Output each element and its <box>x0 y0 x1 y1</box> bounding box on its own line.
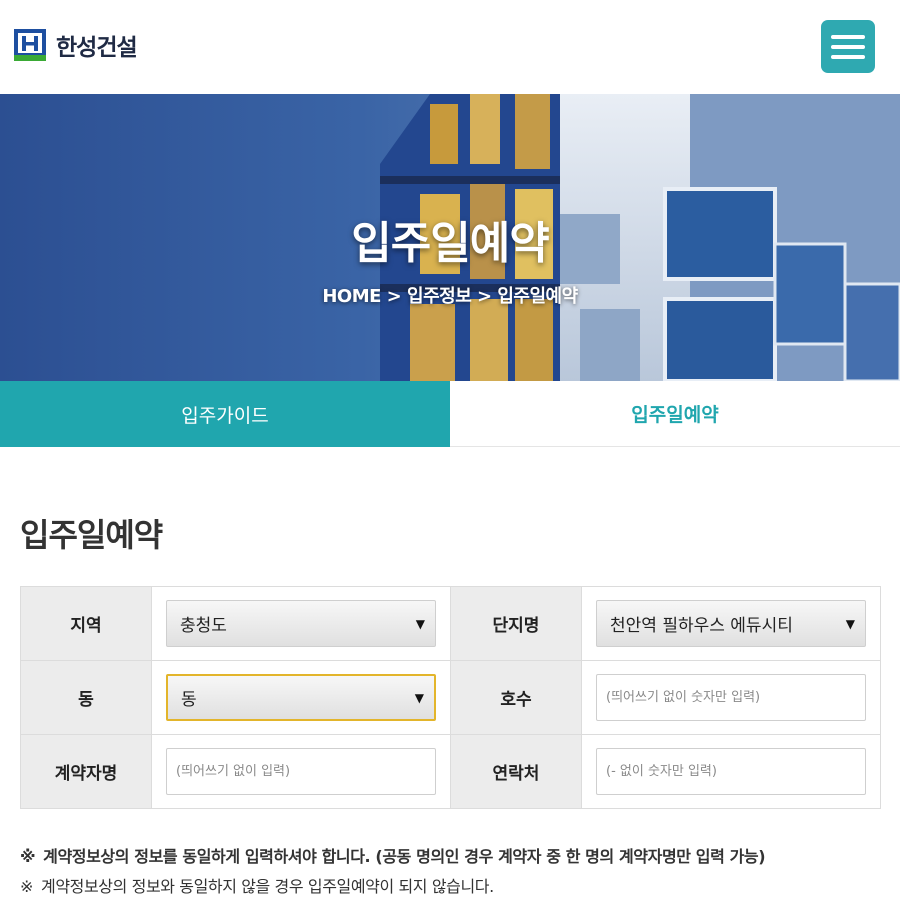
unit-number-input[interactable] <box>596 674 866 721</box>
building-cell: 동 ▼ <box>151 660 451 735</box>
reference-mark-icon: ※ <box>20 847 36 866</box>
notice-list: ※ 계약정보상의 정보를 동일하게 입력하셔야 합니다. (공동 명의인 경우 계… <box>20 842 890 902</box>
hamburger-menu-button[interactable] <box>821 20 875 73</box>
notice-item: ※ 계약정보상의 정보와 동일하지 않을 경우 입주일예약이 되지 않습니다. <box>20 872 890 902</box>
contractor-name-input[interactable] <box>166 748 436 795</box>
caret-down-icon: ▼ <box>415 616 425 631</box>
region-label: 지역 <box>20 586 152 661</box>
menu-bar <box>831 54 865 59</box>
page-title: 입주일예약 <box>20 516 163 554</box>
unit-label: 호수 <box>450 660 582 735</box>
building-select[interactable]: 동 ▼ <box>166 674 436 721</box>
notice-text: 계약정보상의 정보를 동일하게 입력하셔야 합니다. (공동 명의인 경우 계약… <box>43 847 766 866</box>
contractor-cell <box>151 734 451 809</box>
form-row: 계약자명 연락처 <box>20 734 881 809</box>
phone-input[interactable] <box>596 748 866 795</box>
complex-select-value: 천안역 필하우스 에듀시티 <box>610 616 793 636</box>
caret-down-icon: ▼ <box>414 690 424 705</box>
brand-logo[interactable]: 한성건설 <box>14 29 138 61</box>
hero-banner: 입주일예약 HOME > 입주정보 > 입주일예약 <box>0 94 900 381</box>
phone-cell <box>581 734 881 809</box>
form-row: 지역 충청도 ▼ 단지명 천안역 필하우스 에듀시티 ▼ <box>20 586 881 661</box>
hero-title: 입주일예약 <box>351 218 549 269</box>
region-select[interactable]: 충청도 ▼ <box>166 600 436 647</box>
unit-cell <box>581 660 881 735</box>
menu-bar <box>831 44 865 49</box>
caret-down-icon: ▼ <box>845 616 855 631</box>
tab-bar: 입주가이드 입주일예약 <box>0 381 900 447</box>
menu-bar <box>831 34 865 39</box>
complex-cell: 천안역 필하우스 에듀시티 ▼ <box>581 586 881 661</box>
building-select-value: 동 <box>181 690 197 710</box>
complex-label: 단지명 <box>450 586 582 661</box>
contractor-label: 계약자명 <box>20 734 152 809</box>
reference-mark-icon: ※ <box>20 877 34 896</box>
tab-move-in-guide[interactable]: 입주가이드 <box>0 381 450 447</box>
breadcrumb: HOME > 입주정보 > 입주일예약 <box>322 286 578 307</box>
brand-name: 한성건설 <box>56 35 138 61</box>
region-cell: 충청도 ▼ <box>151 586 451 661</box>
form-row: 동 동 ▼ 호수 <box>20 660 881 735</box>
phone-label: 연락처 <box>450 734 582 809</box>
hansung-logo-icon <box>14 29 46 61</box>
building-label: 동 <box>20 660 152 735</box>
tab-move-in-reservation[interactable]: 입주일예약 <box>450 381 900 447</box>
reservation-form: 지역 충청도 ▼ 단지명 천안역 필하우스 에듀시티 ▼ 동 동 ▼ 호수 (띄… <box>20 586 881 809</box>
complex-select[interactable]: 천안역 필하우스 에듀시티 ▼ <box>596 600 866 647</box>
notice-text: 계약정보상의 정보와 동일하지 않을 경우 입주일예약이 되지 않습니다. <box>41 877 494 896</box>
notice-item: ※ 계약정보상의 정보를 동일하게 입력하셔야 합니다. (공동 명의인 경우 계… <box>20 842 890 872</box>
region-select-value: 충청도 <box>180 616 227 636</box>
site-header: 한성건설 <box>0 0 900 94</box>
